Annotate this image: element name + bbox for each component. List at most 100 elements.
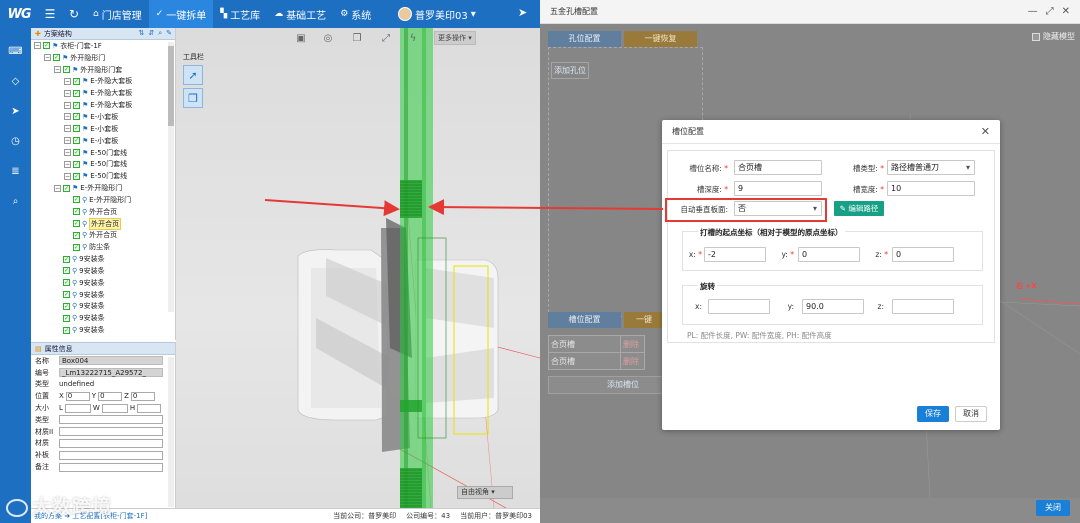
nav-system[interactable]: ⚙ 系统 xyxy=(333,0,378,28)
checkbox[interactable]: ✓ xyxy=(43,42,50,50)
checkbox[interactable]: ✓ xyxy=(73,172,80,180)
tree-item[interactable]: ✓ ⚲ E-外开隐形门 xyxy=(31,194,175,206)
checkbox[interactable]: ✓ xyxy=(73,125,80,133)
tree-item[interactable]: − ✓ ⚑ E-小套板 xyxy=(31,111,175,123)
lightning-icon[interactable]: ϟ xyxy=(406,31,420,45)
pos-z-input[interactable]: 0 xyxy=(130,391,155,401)
checkbox[interactable]: ✓ xyxy=(63,302,70,310)
refresh-icon[interactable]: ↻ xyxy=(62,0,86,28)
target-icon[interactable]: ◎ xyxy=(321,31,335,45)
rot-x-input[interactable] xyxy=(708,299,770,314)
3d-viewport[interactable]: ▣ ◎ ❐ ⤢ ϟ 更多操作 ▾ 工具栏 ➚ ❐ 自由视角 ▾ xyxy=(176,28,540,508)
tree-item[interactable]: − ✓ ⚑ 外开隐形门 xyxy=(31,52,175,64)
paper-plane-icon[interactable]: ➤ xyxy=(0,96,31,126)
checkbox[interactable]: ✓ xyxy=(73,196,80,204)
checkbox[interactable]: ✓ xyxy=(63,66,70,74)
cancel-button[interactable]: 取消 xyxy=(955,406,987,422)
restore-button-2[interactable]: 一键 xyxy=(624,312,664,328)
table-row[interactable]: 合页槽 删除 xyxy=(548,352,645,370)
rot-z-input[interactable] xyxy=(892,299,954,314)
restore-button[interactable]: 一键恢复 xyxy=(624,31,697,47)
checkbox[interactable]: ✓ xyxy=(63,255,70,263)
tree-item[interactable]: ✓ ⚲ 9安装条 xyxy=(31,289,175,301)
close-icon[interactable]: ✕ xyxy=(981,125,1000,138)
select-pointer-icon[interactable]: ➚ xyxy=(183,65,203,85)
prop-code-value[interactable]: _Lm13222715_A29572_ xyxy=(59,368,163,378)
rot-y-input[interactable]: 90.0 xyxy=(802,299,864,314)
checkbox[interactable]: ✓ xyxy=(73,89,80,97)
checkbox[interactable]: ✓ xyxy=(73,208,80,216)
nav-process-library[interactable]: ▚ 工艺库 xyxy=(213,0,267,28)
prop-kind-input[interactable] xyxy=(59,415,163,425)
slot-type-select[interactable]: 路径槽普通刀 xyxy=(887,160,975,175)
expand-toggle-icon[interactable]: − xyxy=(64,89,71,97)
copy-icon[interactable]: ❐ xyxy=(183,88,203,108)
fullscreen-icon[interactable]: ⤢ xyxy=(379,31,393,45)
expand-toggle-icon[interactable]: − xyxy=(64,101,71,109)
checkbox[interactable]: ✓ xyxy=(73,77,80,85)
checkbox[interactable]: ✓ xyxy=(63,267,70,275)
save-button[interactable]: 保存 xyxy=(917,406,949,422)
nav-store-management[interactable]: ⌂ 门店管理 xyxy=(86,0,149,28)
checkbox[interactable] xyxy=(1032,32,1040,41)
tree-item[interactable]: − ✓ ⚑ E-50门套线 xyxy=(31,147,175,159)
checkbox[interactable]: ✓ xyxy=(53,54,60,62)
checkbox[interactable]: ✓ xyxy=(73,149,80,157)
tree-item[interactable]: ✓ ⚲ 外开合页 xyxy=(31,217,175,230)
delete-link[interactable]: 删除 xyxy=(620,352,645,370)
tree-item[interactable]: − ✓ ⚑ E-外隐大套板 xyxy=(31,87,175,99)
start-y-input[interactable]: 0 xyxy=(798,247,860,262)
search-icon[interactable]: ⌕ xyxy=(0,186,31,216)
maximize-icon[interactable]: ⤢ xyxy=(1046,6,1054,17)
add-hole-button[interactable]: 添加孔位 xyxy=(551,62,589,79)
checkbox[interactable]: ✓ xyxy=(63,326,70,334)
expand-toggle-icon[interactable]: − xyxy=(64,137,71,145)
expand-toggle-icon[interactable]: − xyxy=(54,66,61,74)
tree-item[interactable]: ✓ ⚲ 外开合页 xyxy=(31,230,175,242)
menu-icon[interactable]: ☰ xyxy=(38,0,62,28)
checkbox[interactable]: ✓ xyxy=(63,314,70,322)
keyboard-icon[interactable]: ⌨ xyxy=(0,36,31,66)
edit-path-button[interactable]: ✎ 编辑路径 xyxy=(834,201,884,216)
start-x-input[interactable]: -2 xyxy=(704,247,766,262)
checkbox[interactable]: ✓ xyxy=(63,291,70,299)
checkbox[interactable]: ✓ xyxy=(73,243,80,251)
size-w-input[interactable] xyxy=(101,403,128,413)
close-icon[interactable]: ✕ xyxy=(1062,6,1070,17)
checkbox[interactable]: ✓ xyxy=(73,220,80,228)
tree-item[interactable]: ✓ ⚲ 9安装条 xyxy=(31,253,175,265)
prop-name-value[interactable]: Box004 xyxy=(59,356,163,366)
checkbox[interactable]: ✓ xyxy=(73,101,80,109)
prop-note-input[interactable] xyxy=(59,462,163,472)
expand-toggle-icon[interactable]: − xyxy=(44,54,51,62)
expand-toggle-icon[interactable]: − xyxy=(54,184,61,192)
layers-icon[interactable]: ❐ xyxy=(350,31,364,45)
size-l-input[interactable] xyxy=(64,403,91,413)
expand-toggle-icon[interactable]: − xyxy=(64,125,71,133)
clock-icon[interactable]: ◷ xyxy=(0,126,31,156)
tree-item[interactable]: − ✓ ⚑ 衣柜-门套-1F xyxy=(31,40,175,52)
tab-slot-config[interactable]: 槽位配置 xyxy=(548,312,621,328)
start-z-input[interactable]: 0 xyxy=(892,247,954,262)
checkbox[interactable]: ✓ xyxy=(73,113,80,121)
slot-depth-input[interactable]: 9 xyxy=(734,181,822,196)
hide-model-toggle[interactable]: 隐藏模型 xyxy=(1032,31,1075,42)
expand-toggle-icon[interactable]: − xyxy=(64,77,71,85)
minimize-icon[interactable]: — xyxy=(1028,6,1038,17)
tree-item[interactable]: ✓ ⚲ 9安装条 xyxy=(31,265,175,277)
prop-material2-input[interactable] xyxy=(59,427,163,437)
tree-scrollbar[interactable] xyxy=(168,42,174,312)
property-scrollbar[interactable] xyxy=(168,357,174,507)
expand-toggle-icon[interactable]: − xyxy=(64,160,71,168)
tree-item[interactable]: − ✓ ⚑ 外开隐形门套 xyxy=(31,64,175,76)
checkbox[interactable]: ✓ xyxy=(73,137,80,145)
delete-link[interactable]: 删除 xyxy=(620,335,645,353)
checkbox[interactable]: ✓ xyxy=(63,279,70,287)
expand-toggle-icon[interactable]: − xyxy=(64,113,71,121)
tree-item[interactable]: ✓ ⚲ 9安装条 xyxy=(31,324,175,336)
tree-item[interactable]: ✓ ⚲ 外开合页 xyxy=(31,206,175,218)
database-icon[interactable]: ≣ xyxy=(0,156,31,186)
prop-patch-input[interactable] xyxy=(59,450,163,460)
tree-item[interactable]: − ✓ ⚑ E-50门套线 xyxy=(31,170,175,182)
table-row[interactable]: 合页槽 删除 xyxy=(548,335,645,353)
